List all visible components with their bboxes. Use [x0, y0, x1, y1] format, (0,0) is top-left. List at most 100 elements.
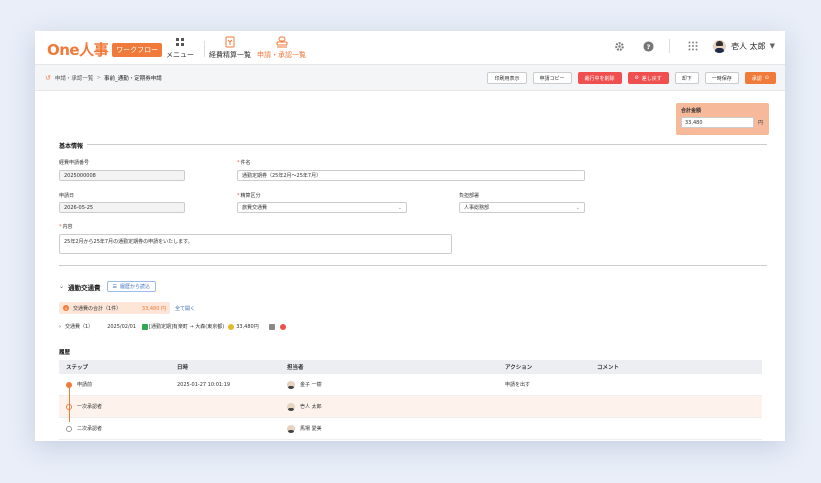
breadcrumb: ↺ 申請・承認一覧 > 事前_通勤・定期券申請	[45, 74, 162, 82]
basic-info-title: 基本情報	[59, 143, 84, 150]
breadcrumb-item-list[interactable]: 申請・承認一覧	[55, 74, 94, 82]
dept-select[interactable]: 人事総務部 ⌄	[459, 202, 585, 213]
action-buttons: 印刷用表示 申請コピー 裁行中を削除 ⊘ 差し戻す 却下 一時保存 承認 ⊙	[481, 72, 776, 84]
category-value: 旅費交通費	[242, 205, 268, 211]
commute-title: 通勤交通費	[68, 283, 101, 292]
avatar	[287, 424, 295, 433]
chevron-down-icon[interactable]: ▼	[770, 42, 775, 50]
content-label: *内容	[59, 223, 73, 230]
top-header: One人事 ワークフロー メニュー 経費精算一覧 申請・承認一覧 ? 壱人 太郎…	[35, 31, 785, 65]
required-mark: *	[237, 160, 240, 166]
nav-menu-label: メニュー	[166, 51, 194, 59]
send-back-button[interactable]: ⊘ 差し戻す	[627, 72, 669, 84]
nav-approval-label: 申請・承認一覧	[257, 51, 306, 59]
transport-total-bar: × 交通費の合計（1件） 33,480 円	[59, 302, 170, 314]
nav-expense-label: 経費精算一覧	[209, 51, 251, 59]
load-from-history-button[interactable]: ☰ 履歴から読込	[106, 281, 157, 292]
avatar	[287, 402, 295, 411]
nav-expense-list[interactable]: 経費精算一覧	[209, 36, 251, 60]
grid-icon	[175, 36, 185, 48]
user-avatar[interactable]	[713, 39, 727, 53]
subject-input[interactable]: 通勤定期券（25年2月〜25年7月）	[237, 170, 585, 181]
transport-total-label: 交通費の合計（1件）	[73, 305, 122, 312]
content-textarea[interactable]: 25年2月から25年7月の通勤定期券の申請をいたします。	[59, 234, 452, 254]
app-window: One人事 ワークフロー メニュー 経費精算一覧 申請・承認一覧 ? 壱人 太郎…	[35, 31, 785, 441]
logo-text: One人事	[47, 41, 109, 59]
category-label-text: 精算区分	[240, 193, 261, 199]
user-name[interactable]: 壱人 太郎	[731, 41, 766, 52]
action-cell: 申請を出す	[505, 382, 531, 388]
person-name: 金子 一樹	[300, 382, 322, 388]
app-logo[interactable]: One人事 ワークフロー	[47, 39, 163, 60]
load-from-history-label: 履歴から読込	[120, 284, 151, 290]
train-icon	[142, 323, 149, 330]
subject-label-text: 件名	[240, 160, 251, 166]
send-back-label: 差し戻す	[641, 75, 662, 82]
commute-item-row[interactable]: › 交通費（1） 2025/02/01 [通勤定期]有楽町 → 大森(東京都) …	[59, 323, 286, 330]
breadcrumb-separator: >	[96, 75, 101, 81]
step-label: 一次承認者	[77, 404, 103, 410]
column-header: アクション	[505, 365, 533, 371]
receipt-icon	[224, 36, 236, 48]
subject-label: *件名	[237, 159, 251, 166]
header-separator	[669, 39, 671, 53]
print-view-button[interactable]: 印刷用表示	[487, 72, 527, 84]
date-label: 申請日	[59, 193, 75, 199]
temp-save-button[interactable]: 一時保存	[704, 72, 739, 84]
apps-grid-icon[interactable]	[687, 40, 699, 52]
section-divider	[59, 265, 767, 266]
category-select[interactable]: 旅費交通費 ⌄	[237, 202, 407, 213]
chevron-down-icon[interactable]: ⌄	[59, 283, 64, 290]
back-icon[interactable]: ↺	[45, 74, 51, 82]
nav-menu[interactable]: メニュー	[166, 36, 194, 60]
category-label: *精算区分	[237, 192, 261, 199]
header-right: ? 壱人 太郎 ▼	[596, 39, 775, 53]
close-circle-icon: ×	[63, 305, 69, 311]
total-amount-field: 33,480	[681, 117, 754, 128]
nav-approval-list[interactable]: 申請・承認一覧	[257, 36, 306, 60]
reject-button[interactable]: 却下	[674, 72, 699, 84]
required-mark: *	[237, 193, 240, 199]
help-icon[interactable]: ?	[642, 40, 654, 52]
history-table-header: ステップ 日時 担当者 アクション コメント	[59, 360, 762, 374]
history-table: ステップ 日時 担当者 アクション コメント 申請前 2025-01-27 10…	[59, 360, 762, 440]
commute-item-route: [通勤定期]有楽町 → 大森(東京都)	[149, 324, 225, 330]
copy-request-button[interactable]: 申請コピー	[532, 72, 572, 84]
column-header: ステップ	[66, 365, 89, 371]
datetime-cell: 2025-01-27 10:01:19	[177, 381, 231, 388]
copy-icon[interactable]	[268, 323, 275, 330]
table-row: 一次承認者 壱人 太郎	[59, 396, 762, 418]
stamp-icon	[275, 36, 289, 48]
history-icon: ☰	[112, 283, 118, 290]
commute-header: ⌄ 通勤交通費 ☰ 履歴から読込	[59, 281, 157, 292]
coin-icon	[228, 323, 235, 330]
chevron-right-icon[interactable]: ›	[59, 324, 61, 330]
breadcrumb-item-current: 事前_通勤・定期券申請	[104, 76, 162, 82]
expand-all-link[interactable]: 全て開く	[175, 305, 195, 312]
total-amount-unit: 円	[758, 120, 764, 126]
step-timeline-line	[69, 384, 70, 422]
delete-icon[interactable]	[279, 323, 286, 330]
step-cell: 一次承認者	[66, 403, 102, 410]
expense-no-label: 経費申請番号	[59, 160, 90, 166]
action-bar: ↺ 申請・承認一覧 > 事前_通勤・定期券申請 印刷用表示 申請コピー 裁行中を…	[35, 65, 785, 91]
commute-item-amount: 33,480円	[236, 324, 259, 330]
commute-item-date: 2025/02/01	[107, 323, 137, 330]
total-amount-label: 合計金額	[681, 108, 702, 114]
expense-no-field: 2025000008	[59, 170, 185, 181]
person-cell: 金子 一樹	[287, 380, 322, 389]
approve-label: 承認	[751, 75, 762, 82]
delete-in-progress-button[interactable]: 裁行中を削除	[577, 72, 622, 84]
dept-label: 負担部署	[459, 193, 480, 199]
chevron-down-icon: ⌄	[397, 205, 402, 211]
step-pending-icon	[66, 425, 72, 432]
send-back-icon: ⊘	[634, 75, 639, 81]
gear-icon[interactable]	[613, 40, 625, 52]
commute-item-label: 交通費（1）	[65, 324, 94, 330]
logo-badge: ワークフロー	[112, 42, 163, 57]
approve-button[interactable]: 承認 ⊙	[744, 72, 776, 84]
dept-value: 人事総務部	[464, 205, 490, 211]
step-label: 二次承認者	[77, 426, 103, 432]
table-row: 二次承認者 馬場 愛美	[59, 418, 762, 440]
person-cell: 馬場 愛美	[287, 424, 322, 433]
